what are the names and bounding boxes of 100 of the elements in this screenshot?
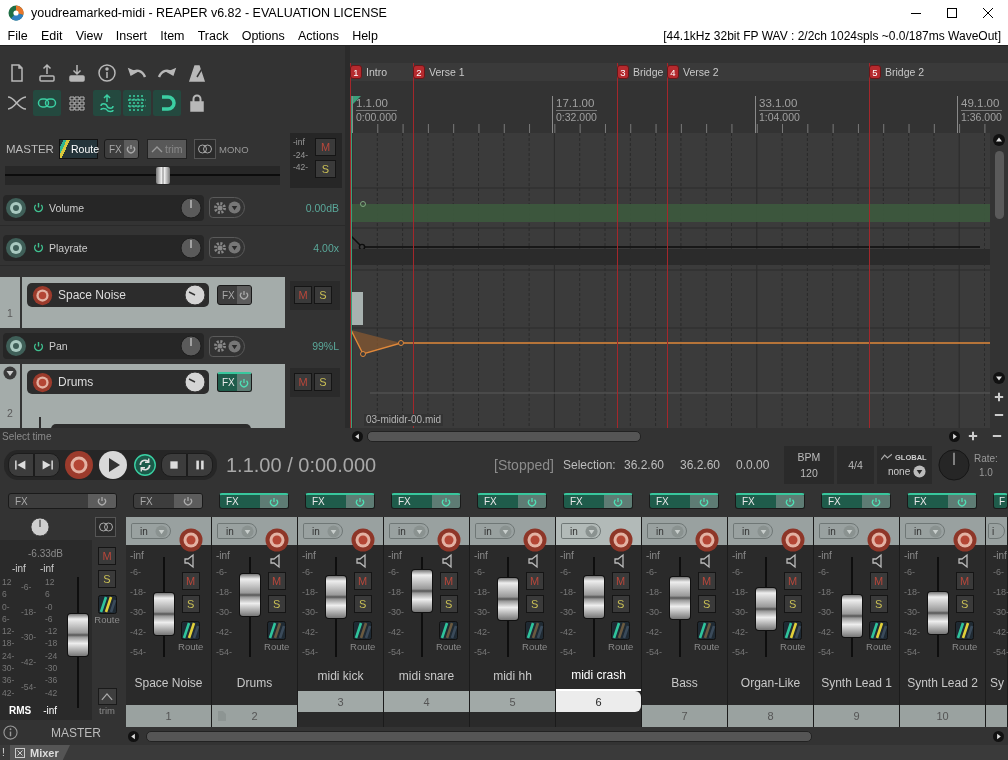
fader-thumb[interactable] xyxy=(153,593,174,635)
transport-button[interactable] xyxy=(161,453,187,477)
fx-button[interactable]: FX xyxy=(217,372,252,392)
selection-end[interactable]: 36.2.60 xyxy=(680,458,736,472)
track-name[interactable]: Organ-Like xyxy=(728,661,813,705)
mixer-tab[interactable]: Mixer xyxy=(10,745,70,760)
record-arm-icon[interactable] xyxy=(351,528,375,552)
route-icon[interactable] xyxy=(267,621,287,640)
input-dropdown[interactable]: in xyxy=(819,523,859,539)
toolbar-button[interactable] xyxy=(153,90,181,116)
track-name[interactable]: Space Noise xyxy=(126,661,211,705)
scroll-right-icon[interactable] xyxy=(993,730,1004,742)
fader-thumb[interactable] xyxy=(325,576,346,618)
route-icon[interactable] xyxy=(697,621,717,640)
time-signature-button[interactable]: 4/4 xyxy=(837,446,874,484)
track-name-bar[interactable]: Space Noise xyxy=(27,283,209,307)
solo-button[interactable]: S xyxy=(439,595,458,613)
route-icon[interactable] xyxy=(955,621,975,640)
record-arm-icon[interactable] xyxy=(867,528,891,552)
marker-number[interactable]: 5 xyxy=(869,65,881,79)
record-arm-icon[interactable] xyxy=(32,284,53,306)
knob-icon[interactable] xyxy=(184,371,206,393)
scroll-down-icon[interactable] xyxy=(993,372,1005,384)
route-icon[interactable] xyxy=(611,621,631,640)
fader-thumb[interactable] xyxy=(755,588,776,630)
toolbar-button[interactable] xyxy=(123,90,151,116)
record-arm-icon[interactable] xyxy=(179,528,203,552)
fader-thumb[interactable] xyxy=(156,167,170,184)
fx-button[interactable]: FX xyxy=(477,493,547,509)
transport-button[interactable] xyxy=(187,453,213,477)
fx-button[interactable]: FX xyxy=(305,493,375,509)
solo-button[interactable]: S xyxy=(314,286,332,304)
rate-knob-icon[interactable] xyxy=(938,449,970,481)
toolbar-button[interactable] xyxy=(33,90,61,116)
marker-number[interactable]: 1 xyxy=(350,65,362,79)
fx-button[interactable]: FX xyxy=(391,493,461,509)
fader-thumb[interactable] xyxy=(841,595,862,637)
track-name[interactable]: midi hh xyxy=(470,661,555,691)
route-icon[interactable] xyxy=(783,621,803,640)
solo-button[interactable]: S xyxy=(314,373,332,391)
knob-icon[interactable] xyxy=(180,335,202,357)
track-name[interactable]: Synth Lead 1 xyxy=(814,661,899,705)
fx-button[interactable]: FX xyxy=(217,285,252,305)
transport-button[interactable] xyxy=(8,453,34,477)
collapse-icon[interactable] xyxy=(3,366,17,380)
fx-button[interactable]: FX xyxy=(735,493,805,509)
marker-number[interactable]: 2 xyxy=(413,65,425,79)
envelope-arm-icon[interactable] xyxy=(5,196,27,219)
envelope-point[interactable] xyxy=(360,201,366,207)
track-number-bar[interactable]: 3 xyxy=(298,691,383,712)
solo-button[interactable]: S xyxy=(353,595,372,613)
envelope-point[interactable] xyxy=(360,351,366,357)
solo-button[interactable]: S xyxy=(955,595,974,613)
menu-item[interactable]: Options xyxy=(235,28,292,43)
input-dropdown[interactable]: in xyxy=(647,523,687,539)
selection-length[interactable]: 0.0.00 xyxy=(736,458,784,472)
input-dropdown[interactable]: in xyxy=(475,523,515,539)
zoom-in-icon[interactable] xyxy=(968,431,978,441)
mono-button[interactable] xyxy=(194,139,216,159)
info-icon[interactable] xyxy=(3,725,18,740)
scroll-up-icon[interactable] xyxy=(993,134,1005,146)
fx-button[interactable]: FX xyxy=(907,493,977,509)
track-name[interactable]: midi snare xyxy=(384,661,469,691)
input-dropdown[interactable]: in xyxy=(303,523,343,539)
route-icon[interactable] xyxy=(353,621,373,640)
tempo-panel[interactable]: BPM 120 xyxy=(784,446,834,484)
solo-button[interactable]: S xyxy=(869,595,888,613)
input-dropdown[interactable]: in xyxy=(733,523,773,539)
knob-icon[interactable] xyxy=(180,236,202,259)
route-icon[interactable] xyxy=(181,621,201,640)
record-arm-icon[interactable] xyxy=(437,528,461,552)
fader-thumb[interactable] xyxy=(669,577,690,619)
scroll-left-icon[interactable] xyxy=(128,730,139,742)
track-number-bar[interactable]: 5 xyxy=(470,691,555,712)
menu-item[interactable]: Item xyxy=(153,28,192,43)
pan-envelope[interactable] xyxy=(350,329,990,355)
record-arm-icon[interactable] xyxy=(953,528,977,552)
solo-button[interactable]: S xyxy=(525,595,544,613)
envelope-arm-icon[interactable] xyxy=(5,236,27,259)
envelope-arm-icon[interactable] xyxy=(5,335,27,357)
fx-button[interactable]: FX xyxy=(649,493,719,509)
selection-start[interactable]: 36.2.60 xyxy=(624,458,680,472)
track-name[interactable]: Sy xyxy=(986,661,1007,705)
transport-button[interactable] xyxy=(98,450,128,480)
track-name[interactable]: Drums xyxy=(212,661,297,705)
power-icon[interactable] xyxy=(33,242,44,253)
horizontal-scrollbar[interactable] xyxy=(367,430,641,442)
track-name[interactable]: Synth Lead 2 xyxy=(900,661,985,705)
input-dropdown[interactable]: in xyxy=(217,523,257,539)
transport-button[interactable] xyxy=(34,453,60,477)
power-icon[interactable] xyxy=(33,202,44,213)
transport-button[interactable] xyxy=(131,451,159,479)
solo-button[interactable]: S xyxy=(267,595,286,613)
marker-number[interactable]: 4 xyxy=(667,65,679,79)
fader-thumb[interactable] xyxy=(497,578,518,620)
solo-button[interactable]: S xyxy=(315,160,336,178)
menu-item[interactable]: Help xyxy=(345,28,385,43)
route-icon[interactable] xyxy=(525,621,545,640)
record-arm-icon[interactable] xyxy=(695,528,719,552)
vertical-scrollbar[interactable] xyxy=(994,151,1004,219)
